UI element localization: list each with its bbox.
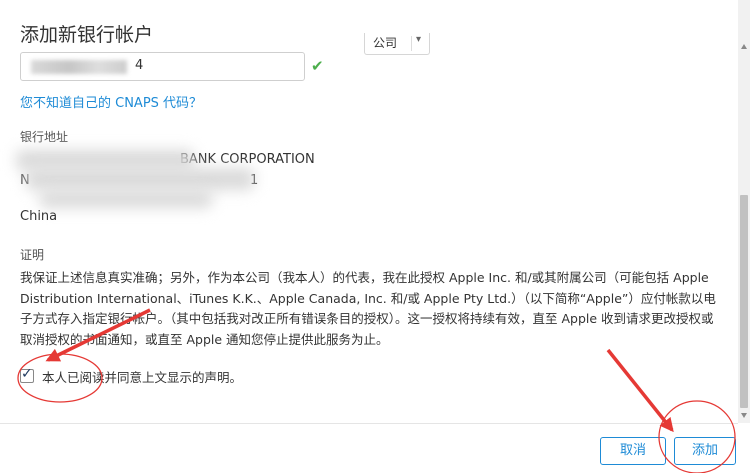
chevron-down-icon: ▾	[416, 34, 422, 45]
account-type-value: 公司	[373, 36, 398, 50]
dialog-title: 添加新银行帐户	[20, 24, 154, 46]
bank-address-country: China	[20, 209, 58, 224]
bank-address-line1: BANK CORPORATION	[180, 152, 315, 167]
check-icon: ✔	[311, 57, 324, 75]
redacted-bank-street	[26, 168, 254, 190]
account-type-select[interactable]: 公司 ▾	[364, 33, 430, 55]
cancel-button[interactable]: 取消	[600, 437, 666, 465]
cnaps-code-link[interactable]: 您不知道自己的 CNAPS 代码？	[20, 92, 202, 111]
account-number-input[interactable]: 4	[20, 52, 305, 81]
annotation-arrow-add	[606, 348, 674, 433]
certification-text: 我保证上述信息真实准确；另外，作为本公司（我本人）的代表，我在此授权 Apple…	[20, 270, 716, 347]
agree-label: 本人已阅读并同意上文显示的声明。	[42, 369, 243, 385]
select-divider	[411, 36, 412, 51]
account-number-suffix: 4	[135, 58, 144, 73]
redacted-bank-city	[40, 190, 212, 208]
certification-label: 证明	[20, 248, 45, 262]
bank-address-label: 银行地址	[20, 130, 69, 144]
scroll-down-icon[interactable]	[741, 413, 747, 418]
agree-checkbox-row[interactable]: ✓ 本人已阅读并同意上文显示的声明。	[20, 366, 243, 385]
scrollbar-thumb[interactable]	[740, 195, 748, 408]
add-button[interactable]: 添加	[674, 437, 736, 465]
redacted-account-digits	[31, 60, 127, 74]
scroll-up-icon[interactable]	[741, 44, 747, 49]
checkmark-icon: ✓	[21, 366, 33, 382]
redacted-bank-name	[16, 150, 194, 170]
footer-divider	[0, 423, 738, 424]
agree-checkbox[interactable]: ✓	[20, 366, 34, 383]
